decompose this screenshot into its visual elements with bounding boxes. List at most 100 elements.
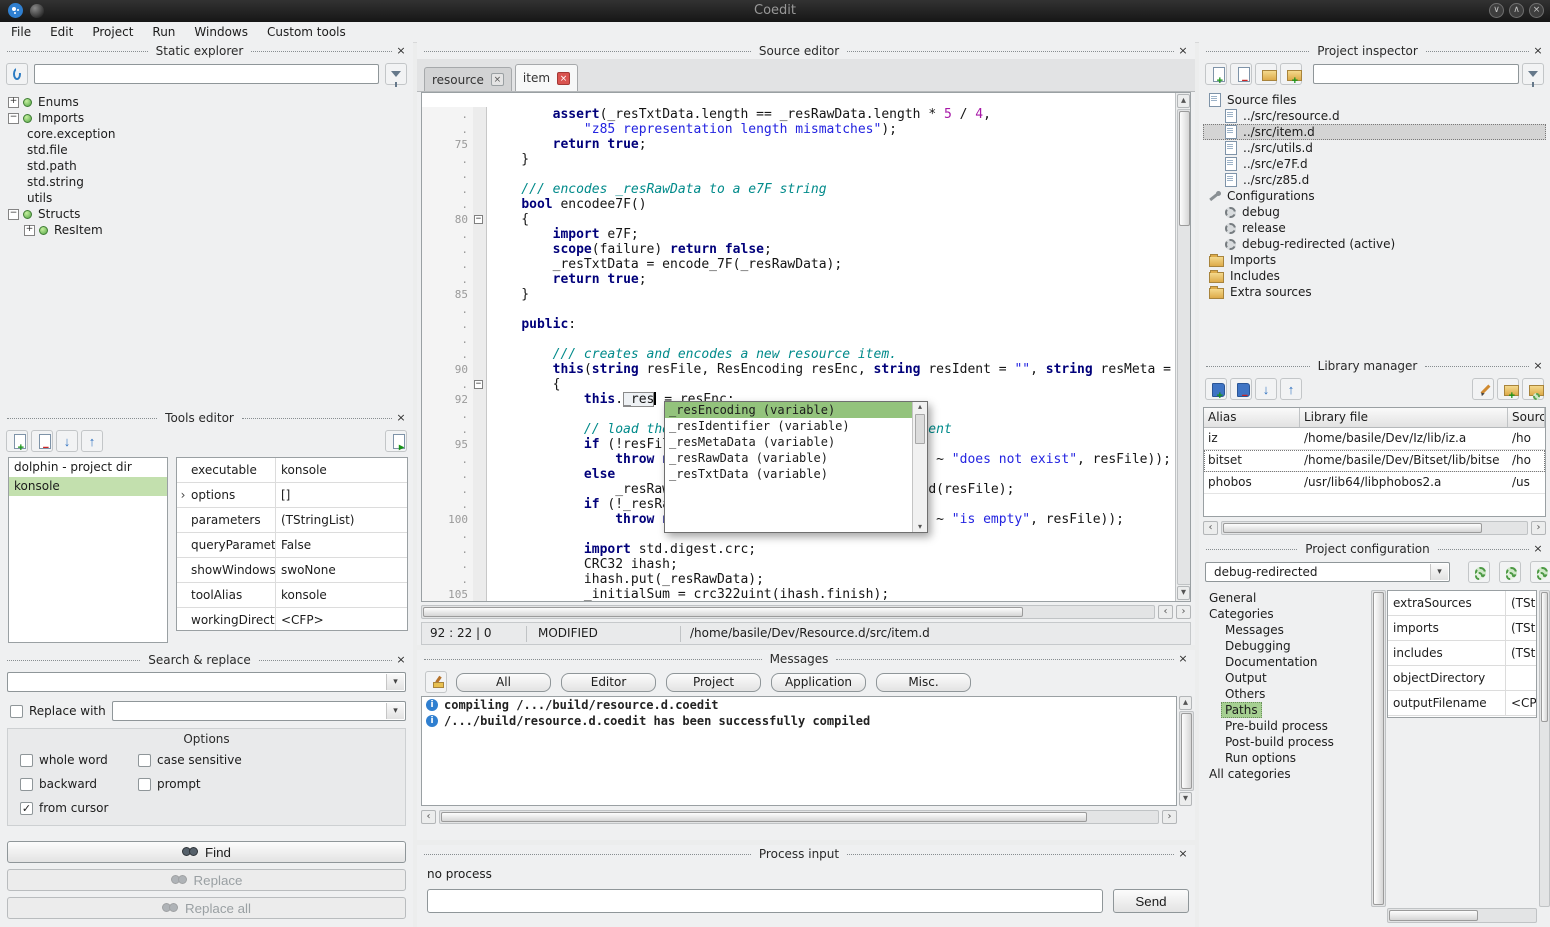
- property-row-outputfilename[interactable]: outputFilename<CPO>: [1388, 691, 1536, 716]
- close-tab-icon[interactable]: ×: [491, 73, 504, 86]
- filter-project-button[interactable]: Project: [666, 673, 761, 692]
- property-value[interactable]: konsole: [276, 588, 407, 602]
- library-horizontal-scrollbar[interactable]: ‹ ›: [1203, 520, 1546, 535]
- scroll-up-icon[interactable]: ▴: [1177, 94, 1190, 108]
- filter-editor-button[interactable]: Editor: [561, 673, 656, 692]
- scrollbar-thumb[interactable]: [915, 414, 925, 444]
- categories-scrollbar[interactable]: [1371, 590, 1384, 907]
- add-configuration-button[interactable]: [1468, 561, 1490, 583]
- code-editor[interactable]: . assert(_resTxtData.length == _resRawDa…: [421, 92, 1191, 602]
- scroll-right-icon[interactable]: ›: [1531, 521, 1546, 535]
- window-maximize-button[interactable]: ∧: [1509, 3, 1524, 18]
- category-pre-build-process[interactable]: Pre-build process: [1201, 718, 1369, 734]
- tool-item-konsole[interactable]: konsole: [9, 477, 167, 496]
- code-line[interactable]: .: [422, 332, 1175, 347]
- scroll-down-icon[interactable]: ▾: [1179, 792, 1192, 806]
- scroll-up-icon[interactable]: ▴: [1179, 696, 1192, 710]
- chevron-down-icon[interactable]: ▾: [386, 674, 404, 690]
- move-tool-up-button[interactable]: ↑: [81, 430, 103, 452]
- scrollbar-track[interactable]: [1371, 590, 1386, 907]
- property-value[interactable]: []: [276, 488, 407, 502]
- filter-application-button[interactable]: Application: [771, 673, 866, 692]
- open-folder-button[interactable]: [1255, 63, 1277, 85]
- tree-item-src-item-d[interactable]: ../src/item.d: [1203, 124, 1546, 140]
- property-row-imports[interactable]: imports(TStringList): [1388, 616, 1536, 641]
- add-source-button[interactable]: [1205, 63, 1227, 85]
- category-output[interactable]: Output: [1201, 670, 1369, 686]
- code-line[interactable]: .: [422, 302, 1175, 317]
- property-value[interactable]: (TStringList): [1506, 621, 1536, 635]
- expand-icon[interactable]: +: [24, 225, 35, 236]
- category-general[interactable]: General: [1201, 590, 1369, 606]
- checkbox-icon[interactable]: [138, 778, 151, 791]
- code-line[interactable]: . bool encodee7F(): [422, 197, 1175, 212]
- menu-project[interactable]: Project: [92, 25, 133, 39]
- code-line[interactable]: 85 }: [422, 287, 1175, 302]
- property-value[interactable]: (TStringList): [1506, 596, 1536, 610]
- property-value[interactable]: <CPO>: [1506, 696, 1536, 710]
- configuration-combo[interactable]: debug-redirected ▾: [1205, 562, 1450, 582]
- add-library-button[interactable]: [1205, 378, 1227, 400]
- code-line[interactable]: 75 return true;: [422, 137, 1175, 152]
- tree-item-enums[interactable]: +Enums: [2, 94, 411, 110]
- remove-configuration-button[interactable]: [1530, 561, 1550, 583]
- property-value[interactable]: konsole: [276, 463, 407, 477]
- category-paths[interactable]: Paths: [1201, 702, 1369, 718]
- scrollbar-thumb[interactable]: [1179, 111, 1190, 226]
- tree-item-extra-sources[interactable]: Extra sources: [1203, 284, 1546, 300]
- code-line[interactable]: . /// creates and encodes a new resource…: [422, 347, 1175, 362]
- tree-item-resitem[interactable]: +ResItem: [2, 222, 411, 238]
- code-line[interactable]: .− {: [422, 377, 1175, 392]
- tab-item[interactable]: item×: [515, 64, 578, 91]
- checkbox-from-cursor[interactable]: ✓from cursor: [20, 801, 138, 815]
- add-folder-button[interactable]: [1280, 63, 1302, 85]
- scroll-down-icon[interactable]: ▾: [1177, 586, 1190, 600]
- completion-item-resmetadata[interactable]: _resMetaData (variable): [665, 434, 912, 450]
- scrollbar-track[interactable]: [421, 605, 1155, 619]
- scrollbar-thumb[interactable]: [1373, 592, 1384, 905]
- close-icon[interactable]: ×: [1176, 44, 1190, 58]
- tree-item-utils[interactable]: utils: [2, 190, 411, 206]
- tree-item-src-utils-d[interactable]: ../src/utils.d: [1203, 140, 1546, 156]
- tree-item-release[interactable]: release: [1203, 220, 1546, 236]
- completion-item-resrawdata[interactable]: _resRawData (variable): [665, 450, 912, 466]
- find-button[interactable]: Find: [7, 841, 406, 863]
- close-icon[interactable]: ×: [394, 653, 408, 667]
- tree-item-std-file[interactable]: std.file: [2, 142, 411, 158]
- configuration-horizontal-scrollbar[interactable]: [1387, 908, 1537, 923]
- tree-item-debug[interactable]: debug: [1203, 204, 1546, 220]
- chevron-down-icon[interactable]: ▾: [1430, 564, 1448, 580]
- column-header-sources[interactable]: Sources: [1508, 408, 1545, 427]
- clear-messages-button[interactable]: [425, 671, 447, 693]
- property-value[interactable]: (TStringList): [276, 513, 407, 527]
- window-shade-button[interactable]: ∨: [1489, 3, 1504, 18]
- close-icon[interactable]: ×: [1531, 542, 1545, 556]
- edit-library-button[interactable]: [1472, 378, 1494, 400]
- checkbox-icon[interactable]: [20, 754, 33, 767]
- tree-item-src-z85-d[interactable]: ../src/z85.d: [1203, 172, 1546, 188]
- code-line[interactable]: . "z85 representation length mismatches"…: [422, 122, 1175, 137]
- scrollbar-track[interactable]: [1539, 590, 1550, 907]
- close-icon[interactable]: ×: [1176, 652, 1190, 666]
- tree-item-debug-redirected-active[interactable]: debug-redirected (active): [1203, 236, 1546, 252]
- messages-vertical-scrollbar[interactable]: ▴ ▾: [1179, 696, 1193, 806]
- column-header-library-file[interactable]: Library file: [1300, 408, 1508, 427]
- tree-item-core-exception[interactable]: core.exception: [2, 126, 411, 142]
- project-filter-button[interactable]: [1522, 63, 1544, 85]
- property-row-showwindows[interactable]: showWindowsswoNone: [177, 558, 407, 583]
- scrollbar-track[interactable]: [1177, 109, 1191, 585]
- category-all-categories[interactable]: All categories: [1201, 766, 1369, 782]
- clone-configuration-button[interactable]: [1499, 561, 1521, 583]
- message-row[interactable]: icompiling /.../build/resource.d.coedit: [422, 697, 1176, 713]
- library-from-project-button[interactable]: [1522, 378, 1544, 400]
- scrollbar-thumb[interactable]: [1541, 592, 1548, 722]
- tree-item-std-path[interactable]: std.path: [2, 158, 411, 174]
- scrollbar-track[interactable]: [439, 810, 1159, 824]
- project-inspector-filter-input[interactable]: [1313, 64, 1519, 84]
- category-debugging[interactable]: Debugging: [1201, 638, 1369, 654]
- tree-item-source-files[interactable]: Source files: [1203, 92, 1546, 108]
- property-row-options[interactable]: ›options[]: [177, 483, 407, 508]
- code-line[interactable]: . return true;: [422, 272, 1175, 287]
- category-messages[interactable]: Messages: [1201, 622, 1369, 638]
- search-combo[interactable]: ▾: [7, 672, 406, 692]
